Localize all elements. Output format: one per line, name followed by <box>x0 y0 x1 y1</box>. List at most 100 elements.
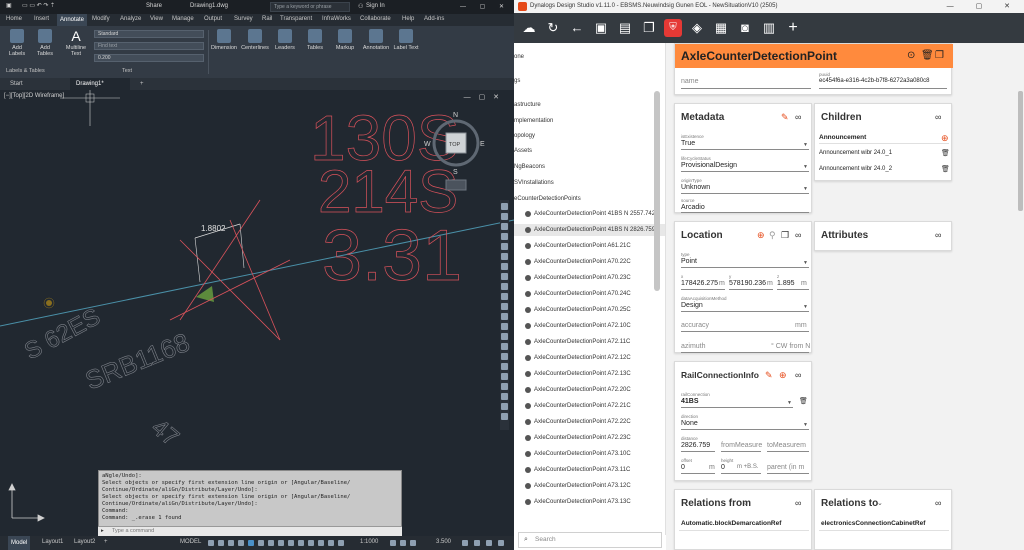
sign-in-link[interactable]: Sign In <box>366 3 385 9</box>
copy-icon[interactable]: ❐ <box>781 230 789 241</box>
tool-icon[interactable] <box>501 303 508 310</box>
layout-tab-layout1[interactable]: Layout1 <box>42 539 63 545</box>
dimension-button[interactable]: Dimension <box>210 29 238 51</box>
tool-icon[interactable] <box>501 263 508 270</box>
tool-icon[interactable] <box>501 273 508 280</box>
tree-item[interactable]: AxleCounterDetectionPoint A70.22C <box>514 256 665 268</box>
distance-field[interactable]: 2826.759 <box>681 442 710 449</box>
cad-window-controls[interactable]: — ▢ ✕ <box>460 3 510 10</box>
tree-item[interactable]: AxleCounterDetectionPoint A73.12C <box>514 480 665 492</box>
tool-icon[interactable] <box>501 383 508 390</box>
y-coordinate[interactable]: 578190.236 <box>729 280 766 287</box>
tables-button[interactable]: Tables <box>302 29 328 51</box>
tree-item[interactable]: AxleCounterDetectionPoint A72.10C <box>514 320 665 332</box>
ribbon-tab-view[interactable]: View <box>150 16 163 22</box>
tree-item[interactable]: SVInstallations <box>514 177 665 189</box>
new-tab-icon[interactable]: + <box>134 78 150 90</box>
height-field[interactable]: 0 <box>721 464 725 471</box>
target-icon[interactable]: ⊕ <box>757 230 765 241</box>
properties-scrollbar[interactable] <box>1018 91 1023 211</box>
layout-tab-model[interactable]: Model <box>8 536 31 550</box>
tree-item[interactable]: AxleCounterDetectionPoint A73.13C <box>514 496 665 508</box>
tree-item[interactable]: AxleCounterDetectionPoint A70.24C <box>514 288 665 300</box>
share-label[interactable]: Share <box>146 3 162 9</box>
annotation-scale[interactable]: 1:1000 <box>360 539 378 545</box>
chevron-down-icon[interactable]: ⌄ <box>743 499 749 507</box>
rail-connection-select[interactable]: 41BS <box>681 398 699 405</box>
leaders-button[interactable]: Leaders <box>272 29 298 51</box>
orbit-icon[interactable] <box>501 233 508 240</box>
ribbon-tab-add-ins[interactable]: Add-ins <box>424 16 444 22</box>
transparency-icon[interactable] <box>278 540 284 546</box>
grid-icon[interactable] <box>208 540 214 546</box>
tree-item[interactable]: mplementation <box>514 115 665 127</box>
link-icon[interactable]: ∞ <box>935 498 941 508</box>
doc-tab-start[interactable]: Start <box>4 78 29 90</box>
find-text-input[interactable]: Find text <box>94 42 204 50</box>
tree-item[interactable]: NgBeacons <box>514 161 665 173</box>
tool-icon[interactable] <box>501 253 508 260</box>
offset-field[interactable]: 0 <box>681 464 685 471</box>
puuid-value[interactable]: ec454f6a-e316-4c2b-b7f8-6272a3a080c8 <box>819 78 929 84</box>
location-type-select[interactable]: Point <box>681 258 697 265</box>
units-icon[interactable] <box>308 540 314 546</box>
units-value[interactable]: 3.500 <box>436 539 451 545</box>
add-labels-button[interactable]: Add Labels <box>4 29 30 57</box>
copy-icon[interactable]: ❐ <box>935 50 944 61</box>
tree-item[interactable]: AxleCounterDetectionPoint A73.11C <box>514 464 665 476</box>
app-logo-icon[interactable]: ▣ <box>6 2 12 9</box>
dropdown-icon[interactable]: ▼ <box>803 304 808 310</box>
full-navigation-wheel-icon[interactable] <box>501 203 508 210</box>
x-coordinate[interactable]: 178426.275 <box>681 280 718 287</box>
ribbon-tab-survey[interactable]: Survey <box>234 16 253 22</box>
dropdown-icon[interactable]: ▼ <box>803 186 808 192</box>
centerlines-button[interactable]: Centerlines <box>240 29 270 51</box>
ribbon-tab-annotate[interactable]: Annotate <box>57 14 88 26</box>
delete-icon[interactable]: 🗑 <box>941 165 950 173</box>
layers-icon[interactable]: ◈ <box>688 19 706 37</box>
navigation-bar[interactable] <box>500 200 509 430</box>
tree-item[interactable]: astructure <box>514 99 665 111</box>
from-measure-field[interactable]: fromMeasure <box>721 442 762 449</box>
tree-item[interactable]: AxleCounterDetectionPoint A72.21C <box>514 400 665 412</box>
relation-from-item[interactable]: Automatic.blockDemarcationRef <box>681 520 781 527</box>
add-layout-icon[interactable]: + <box>104 539 108 545</box>
tree-item[interactable]: AxleCounterDetectionPoint A72.13C <box>514 368 665 380</box>
pan-icon[interactable] <box>501 213 508 220</box>
tool-icon[interactable] <box>501 393 508 400</box>
menu-icon[interactable] <box>498 540 504 546</box>
parent-field[interactable]: parent (in m <box>767 464 804 471</box>
tree-item[interactable]: gs <box>514 75 665 87</box>
name-field[interactable]: name <box>681 78 699 85</box>
map-icon[interactable]: ▦ <box>712 19 730 37</box>
tool-icon[interactable] <box>501 333 508 340</box>
isolate-icon[interactable] <box>410 540 416 546</box>
tool-icon[interactable] <box>501 413 508 420</box>
tool-icon[interactable] <box>501 403 508 410</box>
add-icon[interactable]: + <box>784 19 802 37</box>
dropdown-icon[interactable]: ▼ <box>803 164 808 170</box>
save-icon[interactable]: ▣ <box>592 19 610 37</box>
tree-item[interactable]: AxleCounterDetectionPoint A70.25C <box>514 304 665 316</box>
tree-item[interactable]: AxleCounterDetectionPoint A72.11C <box>514 336 665 348</box>
acquisition-method-select[interactable]: Design <box>681 302 703 309</box>
back-icon[interactable]: ← <box>568 19 586 37</box>
source-field[interactable]: Arcadio <box>681 204 705 211</box>
tree-item-selected[interactable]: AxleCounterDetectionPoint 41BS N 2826.75… <box>514 224 665 236</box>
add-icon[interactable]: ⊕ <box>779 370 787 381</box>
locate-icon[interactable]: ⊙ <box>907 50 915 61</box>
tree-item[interactable]: AxleCounterDetectionPoint A73.10C <box>514 448 665 460</box>
walk-icon[interactable]: ⚲ <box>769 230 776 241</box>
child-item[interactable]: Announcement wibr 24.0_2 <box>819 166 892 172</box>
camera-icon[interactable]: ◙ <box>736 19 754 37</box>
selection-cycling-icon[interactable] <box>288 540 294 546</box>
ribbon-tab-insert[interactable]: Insert <box>34 16 49 22</box>
dropdown-icon[interactable]: ▼ <box>803 260 808 266</box>
osnap-icon[interactable] <box>248 540 254 546</box>
edit-icon[interactable]: ✎ <box>781 112 789 123</box>
quick-properties-icon[interactable] <box>318 540 324 546</box>
hardware-acceleration-icon[interactable] <box>462 540 468 546</box>
to-measure-field[interactable]: toMeasurem <box>767 442 806 449</box>
accuracy-field[interactable]: accuracy <box>681 322 709 329</box>
edit-icon[interactable]: ✎ <box>765 370 773 381</box>
